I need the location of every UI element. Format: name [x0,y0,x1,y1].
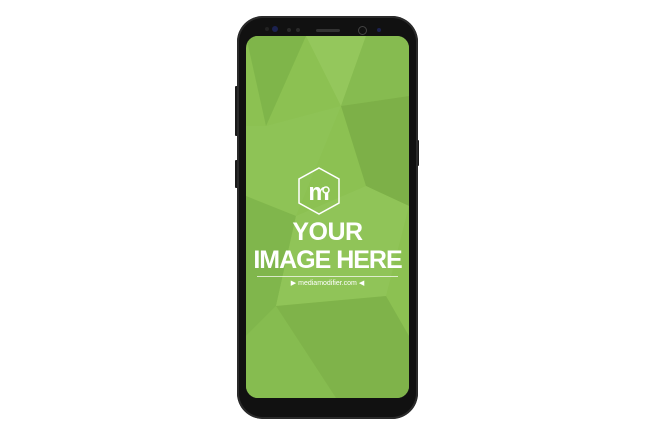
website-text: mediamodifier.com [298,280,357,287]
divider [257,276,398,277]
headline-line-1: YOUR [292,218,363,246]
flash-sensor-icon [377,28,381,32]
iris-camera-icon [272,26,278,32]
front-camera-icon [358,26,367,35]
website-caption: ▶ mediamodifier.com ◀ [246,279,409,287]
headline-line-2: IMAGE HERE [253,246,402,274]
polygon-background [246,36,409,398]
phone-screen [246,36,409,398]
proximity-sensor-icon [287,28,291,32]
mediamodifier-logo: m [298,167,340,215]
iris-sensor-icon [265,27,269,31]
arrow-left-icon: ◀ [356,280,365,287]
earpiece-speaker [316,29,340,32]
light-sensor-icon [296,28,300,32]
